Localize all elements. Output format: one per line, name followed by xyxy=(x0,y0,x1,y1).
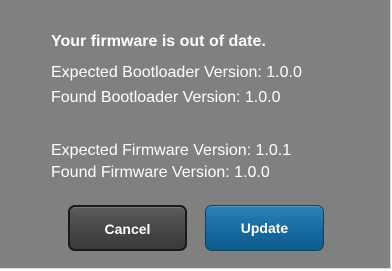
firmware-update-dialog: Your firmware is out of date. Expected B… xyxy=(0,0,391,269)
found-bootloader-version: Found Bootloader Version: 1.0.0 xyxy=(51,89,281,106)
expected-bootloader-version: Expected Bootloader Version: 1.0.0 xyxy=(51,64,302,81)
expected-firmware-version: Expected Firmware Version: 1.0.1 xyxy=(51,142,292,159)
cancel-button[interactable]: Cancel xyxy=(68,205,187,251)
update-button[interactable]: Update xyxy=(205,205,324,251)
dialog-title: Your firmware is out of date. xyxy=(51,33,266,50)
found-firmware-version: Found Firmware Version: 1.0.0 xyxy=(51,164,270,181)
